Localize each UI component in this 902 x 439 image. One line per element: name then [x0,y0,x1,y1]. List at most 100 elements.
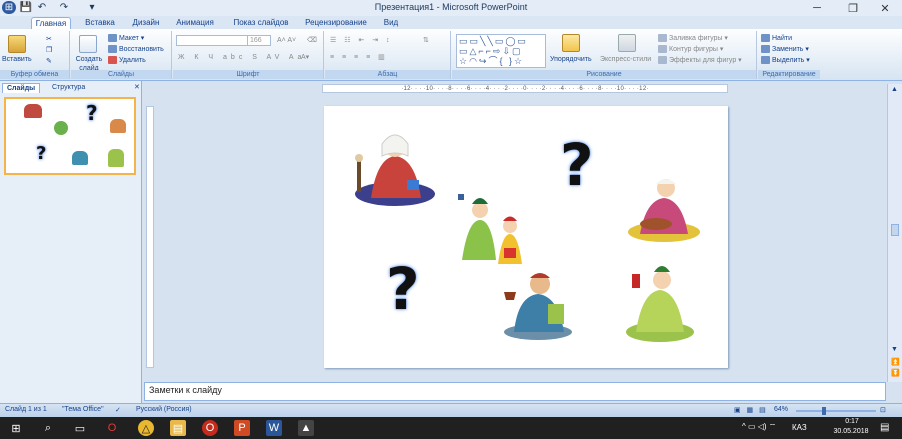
zoom-slider[interactable] [796,410,876,412]
next-slide-icon[interactable]: ⏬ [891,369,900,377]
shapes-gallery[interactable]: ▭▭╲╲▭◯▭ ▭△⌐⌐⇨⇩▢ ☆◠↪⌒{ }☆ [456,34,546,68]
view-buttons[interactable]: ▣ ▦ ▤ [734,406,768,414]
slide-canvas[interactable]: ? ? [324,106,728,368]
grandmother-figure[interactable] [349,128,435,206]
file-explorer-icon[interactable]: ▤ [170,420,186,436]
paste-button[interactable]: Вставить [2,55,32,64]
arrange-button[interactable]: Упорядочить [550,55,592,64]
status-bar: Слайд 1 из 1 "Тема Office" ✓ Русский (Ро… [0,403,902,417]
format-painter-icon[interactable]: ✎ [46,57,52,66]
shape-effects-button[interactable]: Эффекты для фигур ▾ [658,56,742,65]
delete-button[interactable]: Удалить [108,56,146,65]
copy-icon[interactable]: ❐ [46,46,52,55]
tab-design[interactable]: Дизайн [127,17,165,29]
photos-icon[interactable]: ▲ [298,420,314,436]
task-view-icon[interactable]: ▭ [72,420,88,436]
horizontal-ruler: ·12· · · ·10· · · ·8· · · ·6· · · ·4· · … [322,84,728,93]
zoom-slider-thumb[interactable] [822,407,826,415]
theme-name[interactable]: "Тема Office" [62,406,104,413]
tab-review[interactable]: Рецензирование [300,17,372,29]
system-tray-icons[interactable]: ^ ▭ ◁) ⌔ [742,422,776,432]
font-size-dropdown[interactable]: 166 [247,35,271,46]
align-buttons[interactable]: ≡ ≡ ≡ ≡ ▥ [330,53,388,62]
group-font: 166 A˄ A˅ ⌫ Ж К Ч abc S AV Aa A▾ Шрифт [173,31,324,79]
scroll-thumb[interactable] [891,224,899,236]
group-clipboard: Вставить ✂ ❐ ✎ Буфер обмена [0,31,70,79]
reset-label: Восстановить [119,46,164,53]
reset-button[interactable]: Восстановить [108,45,164,54]
font-style-buttons[interactable]: Ж К Ч abc S AV Aa [178,53,305,62]
man-with-bowl-figure[interactable] [500,270,574,342]
thumb-question-mark-1: ? [86,101,98,125]
quick-styles-icon[interactable] [618,34,636,52]
language-indicator[interactable]: Русский (Россия) [136,406,192,413]
tab-home[interactable]: Главная [31,17,71,29]
minimize-button[interactable]: ─ [800,0,834,16]
customize-quick-access-icon[interactable]: ▾ [88,1,96,14]
spellcheck-icon[interactable]: ✓ [115,406,121,414]
word-icon[interactable]: W [266,420,282,436]
paste-icon[interactable] [8,35,26,53]
office-button[interactable]: ⊞ [2,1,16,14]
undo-icon[interactable]: ↶ [36,1,48,14]
fit-slide-icon[interactable]: ⊡ [880,406,886,414]
girl-reading-figure[interactable] [624,262,696,342]
clear-format-icon[interactable]: ⌫ [307,36,317,45]
redo-icon[interactable]: ↷ [58,1,70,14]
windows-start-icon[interactable]: ⊞ [8,420,24,436]
font-name-dropdown[interactable] [176,35,248,46]
notes-pane[interactable]: Заметки к слайду [144,382,886,401]
group-label-editing: Редактирование [758,70,820,79]
scroll-up-icon[interactable]: ▲ [891,86,898,93]
find-button[interactable]: Найти [761,34,792,43]
thumb-grandmother-figure [24,104,42,118]
clock-date[interactable]: 30.05.2018 [826,428,876,435]
close-panel-icon[interactable]: ✕ [130,83,144,93]
arrange-icon[interactable] [562,34,580,52]
children-figure[interactable] [458,190,534,268]
group-drawing: ▭▭╲╲▭◯▭ ▭△⌐⌐⇨⇩▢ ☆◠↪⌒{ }☆ Упорядочить Экспр… [452,31,757,79]
language-switch[interactable]: КАЗ [792,423,807,432]
thumb-girl-figure [108,149,124,167]
clock-time[interactable]: 0:17 [832,418,872,425]
slide-thumbnail[interactable]: ? ? [4,97,136,175]
search-icon[interactable]: ⌕ [40,420,56,436]
replace-button[interactable]: Заменить ▾ [761,45,809,54]
group-label-paragraph: Абзац [325,70,450,79]
new-slide-icon[interactable] [79,35,97,53]
replace-icon [761,45,770,54]
shape-outline-button[interactable]: Контур фигуры ▾ [658,45,723,54]
layout-button[interactable]: Макет ▾ [108,34,144,43]
tab-slides-panel[interactable]: Слайды [2,83,41,93]
woman-kneading-figure[interactable] [626,174,700,244]
vertical-scrollbar[interactable]: ▲ ▼ ⏫ ⏬ [887,84,902,382]
text-direction-icon[interactable]: ⇅ [423,36,429,45]
quick-styles-button[interactable]: Экспресс-стили [600,55,651,64]
close-button[interactable]: ✕ [868,0,902,16]
tab-outline-panel[interactable]: Структура [48,83,89,93]
delete-label: Удалить [119,57,146,64]
opera-icon[interactable]: O [104,420,120,436]
yandex-icon[interactable]: △ [138,420,154,436]
shape-fill-button[interactable]: Заливка фигуры ▾ [658,34,728,43]
select-button[interactable]: Выделить ▾ [761,56,810,65]
font-color-icon[interactable]: A▾ [301,53,309,62]
save-icon[interactable]: 💾 [20,1,32,14]
zoom-level[interactable]: 64% [774,406,788,413]
notifications-icon[interactable]: ▤ [880,422,889,433]
list-buttons[interactable]: ☰ ☷ ⇤ ⇥ ↕ [330,36,393,45]
tab-animation[interactable]: Анимация [168,17,222,29]
opera-taskbar-icon[interactable]: O [202,420,218,436]
tab-view[interactable]: Вид [378,17,404,29]
prev-slide-icon[interactable]: ⏫ [891,358,900,366]
tab-insert[interactable]: Вставка [80,17,120,29]
group-label-clipboard: Буфер обмена [0,70,69,79]
cut-icon[interactable]: ✂ [46,35,52,44]
tab-slideshow[interactable]: Показ слайдов [226,17,296,29]
vertical-ruler [146,106,154,368]
scroll-down-icon[interactable]: ▼ [891,346,898,353]
find-label: Найти [772,35,792,42]
powerpoint-icon[interactable]: P [234,420,250,436]
grow-font-icon[interactable]: A˄ A˅ [277,36,296,45]
maximize-button[interactable]: ❐ [836,0,870,16]
